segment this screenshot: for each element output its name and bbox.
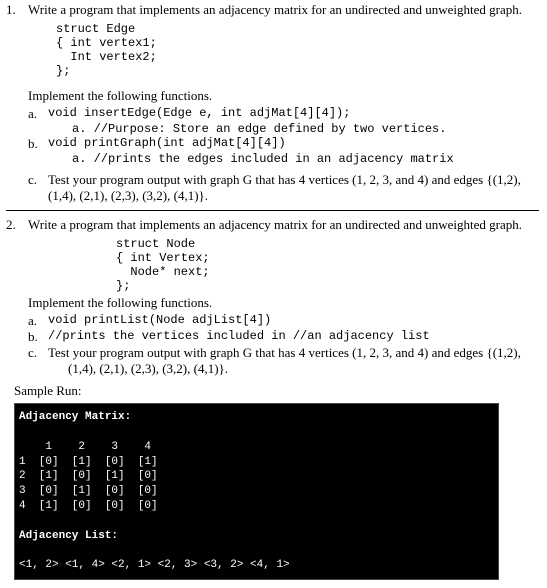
q1-struct-code: struct Edge { int vertex1; Int vertex2; … xyxy=(56,22,539,78)
q2-a-letter: a. xyxy=(28,313,48,329)
q2-c-letter: c. xyxy=(28,345,48,361)
adjacency-list-line: <1, 2> <1, 4> <2, 1> <2, 3> <3, 2> <4, 1… xyxy=(19,559,290,571)
q2-struct-code: struct Node { int Vertex; Node* next; }; xyxy=(116,237,539,293)
q1-sub-b: b. void printGraph(int adjMat[4][4]) a. … xyxy=(28,136,539,166)
q2-number: 2. xyxy=(6,217,28,233)
q1-sub-a: a. void insertEdge(Edge e, int adjMat[4]… xyxy=(28,106,539,136)
q2-b-code: //prints the vertices included in //an a… xyxy=(48,329,539,345)
q2-c-text2: (1,4), (2,1), (2,3), (3,2), (4,1)}. xyxy=(68,361,539,377)
q1-b-code: void printGraph(int adjMat[4][4]) xyxy=(48,136,539,152)
matrix-row-3: 3 [0] [1] [0] [0] xyxy=(19,485,158,497)
q2-sub-c: c. Test your program output with graph G… xyxy=(28,345,539,377)
matrix-header: Adjacency Matrix: xyxy=(19,411,131,423)
q1-implement-label: Implement the following functions. xyxy=(28,88,539,104)
terminal-output: Adjacency Matrix: 1 2 3 4 1 [0] [1] [0] … xyxy=(14,403,499,580)
q2-c-text: Test your program output with graph G th… xyxy=(48,345,539,361)
q1-c-letter: c. xyxy=(28,172,48,188)
list-header: Adjacency List: xyxy=(19,530,118,542)
document: 1. Write a program that implements an ad… xyxy=(0,0,547,580)
q2-implement-label: Implement the following functions. xyxy=(28,295,539,311)
q1-a-letter: a. xyxy=(28,106,48,122)
matrix-cols: 1 2 3 4 xyxy=(19,441,151,453)
q2-prompt: Write a program that implements an adjac… xyxy=(28,217,539,233)
sample-run-label: Sample Run: xyxy=(14,383,539,399)
q1-b-letter: b. xyxy=(28,136,48,152)
matrix-row-1: 1 [0] [1] [0] [1] xyxy=(19,456,158,468)
q2-a-code: void printList(Node adjList[4]) xyxy=(48,313,539,329)
q1-c-text: Test your program output with graph G th… xyxy=(48,172,539,188)
divider xyxy=(6,210,539,211)
q1-sub-c: c. Test your program output with graph G… xyxy=(28,172,539,204)
question-2: 2. Write a program that implements an ad… xyxy=(6,217,539,233)
matrix-row-4: 4 [1] [0] [0] [0] xyxy=(19,500,158,512)
q1-prompt: Write a program that implements an adjac… xyxy=(28,2,539,18)
question-1: 1. Write a program that implements an ad… xyxy=(6,2,539,18)
matrix-row-2: 2 [1] [0] [1] [0] xyxy=(19,470,158,482)
q1-number: 1. xyxy=(6,2,28,18)
q2-sub-b: b. //prints the vertices included in //a… xyxy=(28,329,539,345)
q2-sub-a: a. void printList(Node adjList[4]) xyxy=(28,313,539,329)
q1-b-purpose: a. //prints the edges included in an adj… xyxy=(72,152,539,166)
q1-a-purpose: a. //Purpose: Store an edge defined by t… xyxy=(72,122,539,136)
q1-c-text2: (1,4), (2,1), (2,3), (3,2), (4,1)}. xyxy=(48,188,539,204)
q1-a-code: void insertEdge(Edge e, int adjMat[4][4]… xyxy=(48,106,539,122)
q2-b-letter: b. xyxy=(28,329,48,345)
